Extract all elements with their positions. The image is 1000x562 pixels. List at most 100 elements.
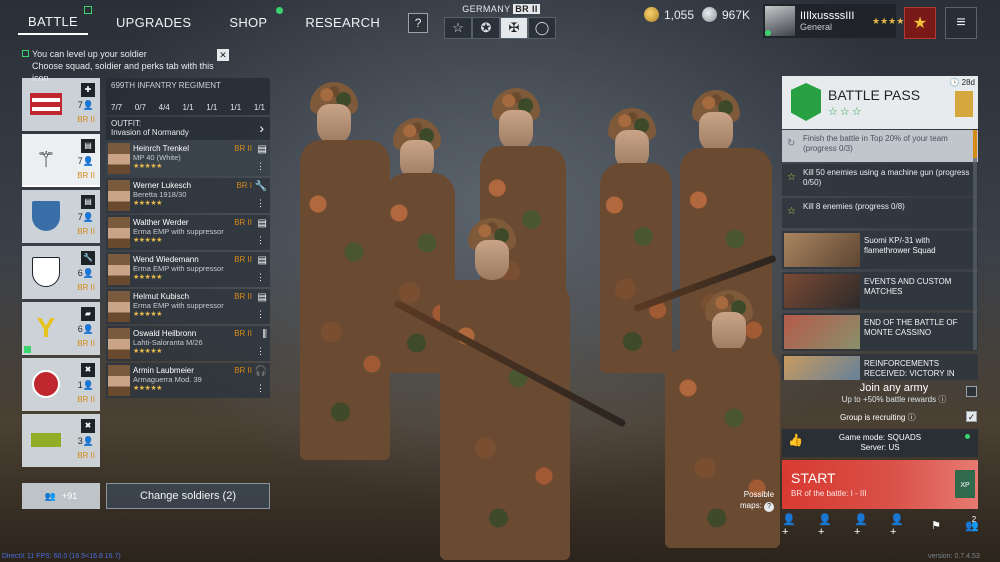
nav-upgrades[interactable]: UPGRADES — [106, 11, 201, 34]
squad-count: 7👤 — [77, 100, 94, 110]
campaign-tab-4[interactable]: ◯ — [528, 17, 556, 39]
soldier-br: BR II — [234, 255, 252, 264]
news-thumbnail — [784, 315, 860, 349]
squad-card[interactable]: ⚚ ▤ 7👤 BR II — [22, 134, 100, 187]
add-friend-icon[interactable]: 👤+ — [890, 514, 910, 538]
thumbs-up-icon: 👍 — [788, 433, 803, 447]
news-thumbnail — [784, 356, 860, 380]
news-item[interactable]: REINFORCEMENTS RECEIVED: VICTORY IN EURO… — [782, 354, 978, 380]
maps-line1: Possible — [743, 490, 775, 499]
news-item[interactable]: EVENTS AND CUSTOM MATCHES — [782, 272, 978, 310]
news-item[interactable]: Suomi KP/-31 with flamethrower Squad — [782, 231, 978, 269]
squad-card[interactable]: ✖ 1👤 BR II — [22, 358, 100, 411]
regiment-stats: 7/7 0/7 4/4 1/1 1/1 1/1 1/1 — [111, 103, 265, 112]
class-icon: ▤ — [257, 218, 267, 229]
xp-boost-icon[interactable]: XP — [955, 470, 975, 498]
game-mode: Game mode: SQUADS — [838, 433, 922, 442]
game-mode-selector[interactable]: 👍 Game mode: SQUADS Server: US — [782, 429, 978, 457]
soldier-br: BR II — [234, 366, 252, 375]
task-item[interactable]: ↻ Finish the battle in Top 20% of your t… — [782, 130, 978, 162]
join-any-army-checkbox[interactable] — [966, 386, 977, 397]
squad-br: BR II — [77, 115, 95, 124]
squad-card[interactable]: 🔧 6👤 BR II — [22, 246, 100, 299]
outfit-button[interactable]: OUTFIT: Invasion of Normandy › — [106, 117, 270, 140]
soldier-row[interactable]: Helmut Kubisch Erma EMP with suppressor … — [106, 289, 270, 324]
squad-list: ✚ 7👤 BR II ⚚ ▤ 7👤 BR II ▤ 7👤 BR II 🔧 6👤 … — [22, 78, 100, 481]
news-thumbnail — [784, 274, 860, 308]
news-scrollbar[interactable] — [973, 130, 977, 350]
class-icon: ▤ — [257, 144, 267, 155]
help-button[interactable]: ? — [408, 12, 429, 33]
more-icon[interactable]: ⋮ — [256, 161, 265, 172]
soldier-row[interactable]: Werner Lukesch Beretta 1918/30 ★★★★★ BR … — [106, 178, 270, 213]
soldier-row[interactable]: Walther Werder Erma EMP with suppressor … — [106, 215, 270, 250]
battle-pass-panel[interactable]: BATTLE PASS ☆☆☆ 🕓 28d — [782, 76, 978, 129]
gold-currency[interactable]: 1,055 — [644, 7, 694, 22]
more-icon[interactable]: ⋮ — [256, 309, 265, 320]
stat-1: 0/7 — [134, 103, 146, 112]
player-profile[interactable]: IIIlxussssIII General ★★★★ — [763, 4, 904, 38]
info-icon: ⓘ — [907, 413, 916, 422]
squad-card[interactable]: ✖ 3👤 BR II — [22, 414, 100, 467]
fps-readout: DirectX 11 FPS: 60.0 (16.5<16.8 16.7) — [2, 553, 121, 560]
party-members-icon[interactable]: 👥 2 — [962, 515, 982, 535]
task-item[interactable]: ☆ Kill 50 enemies using a machine gun (p… — [782, 164, 978, 196]
add-friend-icon[interactable]: 👤+ — [782, 514, 802, 538]
soldier-portrait — [108, 180, 130, 211]
main-nav: BATTLE UPGRADES SHOP RESEARCH ? — [18, 6, 429, 35]
new-indicator-icon — [83, 6, 92, 14]
regiment-name: 699TH INFANTRY REGIMENT — [111, 81, 221, 90]
campaign-tab-1[interactable]: ☆ — [444, 17, 472, 39]
add-friend-icon[interactable]: 👤+ — [818, 514, 838, 538]
flag-icon[interactable]: ⚑ — [926, 515, 946, 535]
more-icon[interactable]: ⋮ — [256, 272, 265, 283]
more-icon[interactable]: ⋮ — [256, 198, 265, 209]
news-item[interactable]: END OF THE BATTLE OF MONTE CASSINO — [782, 313, 978, 351]
nav-battle[interactable]: BATTLE — [18, 6, 92, 35]
squad-card[interactable]: ✚ 7👤 BR II — [22, 78, 100, 131]
nation-tabs: ☆ ✪ ✠ ◯ — [444, 17, 558, 39]
squad-card[interactable]: Y ▰ 6👤 BR II — [22, 302, 100, 355]
campaign-tab-germany[interactable]: ✠ — [500, 17, 528, 39]
nav-research[interactable]: RESEARCH — [295, 11, 390, 34]
soldier-weapon: Armaguerra Mod. 39 — [133, 375, 202, 384]
soldier-row[interactable]: Heinrch Trenkel MP 40 (White) ★★★★★ BR I… — [106, 141, 270, 176]
group-recruiting-label: Group is recruiting — [840, 413, 906, 422]
soldier-weapon: Beretta 1918/30 — [133, 190, 187, 199]
squad-count: 7👤 — [77, 212, 94, 222]
task-text: Kill 50 enemies using a machine gun (pro… — [803, 168, 970, 187]
possible-maps[interactable]: Possible maps: ? — [740, 489, 775, 512]
soldier-weapon: Erma EMP with suppressor — [133, 301, 224, 310]
soldier-row[interactable]: Wend Wiedemann Erma EMP with suppressor … — [106, 252, 270, 287]
stat-6: 1/1 — [253, 103, 265, 112]
squad-br: BR II — [77, 339, 95, 348]
refresh-icon: ↻ — [787, 138, 796, 149]
squad-emblem-icon — [28, 423, 64, 457]
group-recruiting-checkbox[interactable]: ✓ — [966, 411, 977, 422]
close-icon[interactable]: ✕ — [217, 49, 229, 61]
more-icon[interactable]: ⋮ — [256, 383, 265, 394]
soldier-stars: ★★★★★ — [133, 348, 162, 355]
more-icon[interactable]: ⋮ — [256, 346, 265, 357]
add-friend-icon[interactable]: 👤+ — [854, 514, 874, 538]
squad-card[interactable]: ▤ 7👤 BR II — [22, 190, 100, 243]
change-soldiers-button[interactable]: Change soldiers (2) — [106, 483, 270, 509]
start-button[interactable]: START BR of the battle: I - III XP — [782, 460, 978, 509]
hamburger-menu-button[interactable]: ≡ — [945, 7, 977, 39]
soldier-row[interactable]: Oswald Heilbronn Lahti-Saloranta M/26 ★★… — [106, 326, 270, 361]
join-army-sub: Up to +50% battle rewards ⓘ — [841, 395, 947, 404]
more-icon[interactable]: ⋮ — [256, 235, 265, 246]
soldier-stars: ★★★★★ — [133, 163, 162, 170]
soldier-portrait — [108, 365, 130, 396]
task-item[interactable]: ☆ Kill 8 enemies (progress 0/8) — [782, 198, 978, 228]
soldier-row[interactable]: Armin Laubmeier Armaguerra Mod. 39 ★★★★★… — [106, 363, 270, 398]
silver-currency[interactable]: 967K — [702, 7, 750, 22]
soldier-portrait — [108, 328, 130, 359]
reward-icon — [955, 91, 973, 117]
rank-star-icon[interactable]: ★ — [904, 7, 936, 39]
nav-shop[interactable]: SHOP — [219, 7, 284, 34]
friends-button[interactable]: 👥 +91 — [22, 483, 100, 509]
soldier-br: BR I — [236, 181, 252, 190]
nation-name: GERMANY — [462, 4, 511, 14]
campaign-tab-2[interactable]: ✪ — [472, 17, 500, 39]
